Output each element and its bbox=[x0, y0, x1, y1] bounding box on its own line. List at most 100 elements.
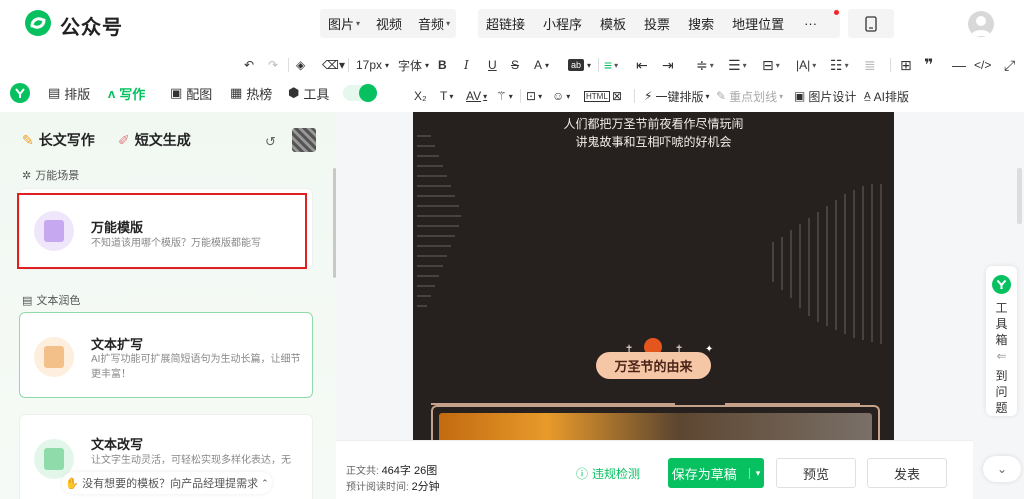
user-avatar-thumbnail[interactable] bbox=[292, 128, 316, 152]
notification-dot bbox=[834, 10, 839, 15]
undo-icon[interactable]: ↶ bbox=[244, 52, 254, 78]
bold-button[interactable]: B bbox=[438, 52, 447, 78]
clear-format-icon[interactable]: ⌫▾ bbox=[322, 52, 345, 78]
spacing-icon[interactable]: ⊟ ▾ bbox=[762, 52, 780, 78]
compliance-check-button[interactable]: ⓘ 违规检测 bbox=[576, 465, 640, 482]
check-circle-icon: ⓘ bbox=[576, 467, 589, 481]
section-polish: ▤ 文本润色 bbox=[22, 294, 81, 308]
collapse-arrow-icon[interactable]: ⇐ bbox=[986, 348, 1017, 364]
tab-images[interactable]: ▣ 配图 bbox=[170, 80, 212, 106]
letter-spacing-icon[interactable]: |A| ▾ bbox=[796, 52, 816, 78]
redo-icon[interactable]: ↷ bbox=[268, 52, 278, 78]
strikethrough-button[interactable]: S bbox=[511, 52, 519, 78]
text-style-button[interactable]: T ▾ bbox=[440, 84, 453, 108]
horizontal-rule-icon[interactable]: — bbox=[952, 52, 966, 78]
divider bbox=[348, 58, 349, 72]
tab-write[interactable]: ʌ 写作 bbox=[108, 80, 145, 106]
format-painter-icon[interactable]: ◈ bbox=[296, 52, 305, 78]
background-color-button[interactable]: ab ▾ bbox=[568, 52, 591, 78]
more-menu[interactable]: ··· bbox=[792, 16, 825, 31]
image-frame bbox=[431, 405, 880, 440]
toolbox-label: 工 bbox=[995, 301, 1008, 315]
magic-wand-icon[interactable]: ⚚ ▾ bbox=[496, 84, 513, 108]
divider bbox=[520, 89, 521, 103]
media-menu: 图片 ▾ 视频 音频 ▾ bbox=[320, 9, 456, 38]
menu-mini-program[interactable]: 小程序 bbox=[533, 14, 590, 33]
editor-area: 人们都把万圣节前夜看作尽情玩闹 讲鬼故事和互相吓唬的好机会 ✝ ✝ ✦ 万圣节的… bbox=[336, 112, 973, 440]
chevron-down-icon[interactable]: ⌄ bbox=[983, 456, 1021, 482]
issue-label: 问 bbox=[995, 385, 1008, 399]
menu-template[interactable]: 模板 bbox=[590, 14, 634, 33]
toggle-knob bbox=[359, 84, 377, 102]
text-color-button[interactable]: A ▾ bbox=[534, 52, 549, 78]
chevron-up-icon: ⌃ bbox=[261, 477, 269, 488]
user-avatar[interactable] bbox=[968, 11, 994, 37]
phone-preview-button[interactable] bbox=[848, 9, 894, 38]
tab-hot-list[interactable]: ▦ 热榜 bbox=[230, 80, 272, 106]
paragraph-spacing-icon[interactable]: ☰ ▾ bbox=[728, 52, 747, 78]
article-image[interactable] bbox=[439, 413, 872, 440]
pencil-icon: ✎ bbox=[22, 131, 34, 148]
tab-layout[interactable]: ▤ 排版 bbox=[48, 80, 90, 106]
menu-search[interactable]: 搜索 bbox=[678, 14, 722, 33]
menu-location[interactable]: 地理位置 bbox=[722, 14, 792, 33]
phone-icon bbox=[865, 15, 877, 32]
html-icon[interactable]: HTML bbox=[584, 84, 610, 108]
highlight-line-button[interactable]: ✎ 重点划线 ▾ bbox=[716, 84, 783, 108]
preview-button[interactable]: 预览 bbox=[776, 458, 856, 488]
toolbox-label: 箱 bbox=[995, 333, 1008, 347]
menu-hyperlink[interactable]: 超链接 bbox=[478, 14, 533, 33]
card-desc: 让文字生动灵活，可轻松实现多样化表达，无 bbox=[91, 455, 291, 466]
line-height-icon[interactable]: ≑ ▾ bbox=[696, 52, 714, 78]
format-toolbar-row1: ↶ ↷ ◈ ⌫▾ 17px ▾ 字体 ▾ B I U S A ▾ ab ▾ ≡ ▾ ⇤ ⇥… bbox=[230, 52, 1024, 78]
document-icon: ▤ bbox=[22, 294, 33, 307]
indent-icon[interactable]: ⇤ bbox=[636, 52, 648, 78]
card-text-expand[interactable]: 文本扩写 AI扩写功能可扩展简短语句为生动长篇，让细节更丰富！ bbox=[19, 312, 313, 398]
format-toolbar-row2: X₂ T ▾ AV ▾ ⚚ ▾ ⊡ ▾ ☺ ▾ HTML ⊠ ⚡ 一键排版 ▾ ✎ 重点划线 ▾ … bbox=[410, 84, 1024, 108]
page-scrollbar[interactable] bbox=[1017, 168, 1022, 224]
one-click-layout-button[interactable]: ⚡ 一键排版 ▾ bbox=[644, 84, 709, 108]
toolbox-panel[interactable]: 工 具 箱 ⇐ 到 问 题 bbox=[986, 266, 1017, 416]
underline-button[interactable]: U bbox=[488, 52, 497, 78]
assistant-toggle[interactable] bbox=[343, 84, 377, 102]
section-universal: ✲ 万能场景 bbox=[22, 169, 80, 183]
publish-button[interactable]: 发表 bbox=[867, 458, 947, 488]
ai-icon: A̲ bbox=[864, 90, 871, 102]
italic-button[interactable]: I bbox=[464, 52, 469, 78]
outdent-icon[interactable]: ⇥ bbox=[662, 52, 674, 78]
long-write-tab[interactable]: ✎ 长文写作 bbox=[22, 130, 95, 150]
feedback-link[interactable]: ✋ 没有想要的模板？向产品经理提需求 ⌃ bbox=[62, 472, 272, 494]
pencil-icon: ✐ bbox=[118, 131, 130, 148]
briefcase-icon[interactable]: ⊠ bbox=[612, 84, 622, 108]
tab-tools[interactable]: ⬢ 工具 bbox=[288, 80, 329, 106]
table-icon[interactable]: ⊞ bbox=[900, 52, 912, 78]
toolbox-label: 具 bbox=[995, 317, 1008, 331]
align-left-icon[interactable]: ≡ ▾ bbox=[604, 52, 618, 78]
article-canvas[interactable]: 人们都把万圣节前夜看作尽情玩闹 讲鬼故事和互相吓唬的好机会 ✝ ✝ ✦ 万圣节的… bbox=[413, 112, 894, 440]
menu-audio[interactable]: 音频 ▾ bbox=[410, 14, 458, 33]
quote-icon[interactable]: ❞ bbox=[924, 52, 933, 78]
font-family-select[interactable]: 字体 ▾ bbox=[398, 52, 429, 78]
subscript-button[interactable]: X₂ bbox=[414, 84, 427, 108]
character-spacing-button[interactable]: AV ▾ bbox=[466, 84, 487, 108]
short-generate-tab[interactable]: ✐ 短文生成 bbox=[118, 130, 191, 150]
chart-icon[interactable]: ⊡ ▾ bbox=[526, 84, 542, 108]
font-size-select[interactable]: 17px ▾ bbox=[356, 52, 389, 78]
code-icon[interactable]: </> bbox=[974, 52, 991, 78]
list-icon[interactable]: ☷ ▾ bbox=[830, 52, 849, 78]
assistant-logo-icon bbox=[992, 275, 1011, 294]
lightning-icon: ⚡ bbox=[644, 89, 653, 103]
save-draft-button[interactable]: 保存为草稿 ▾ bbox=[668, 458, 764, 488]
user-icon bbox=[971, 16, 991, 36]
menu-video[interactable]: 视频 bbox=[368, 14, 410, 33]
history-icon[interactable]: ↺ bbox=[265, 134, 276, 150]
menu-vote[interactable]: 投票 bbox=[634, 14, 678, 33]
numbered-list-icon[interactable]: ≣ bbox=[864, 52, 876, 78]
top-header: 公众号 图片 ▾ 视频 音频 ▾ 超链接 小程序 模板 投票 搜索 地理位置 ··· bbox=[0, 0, 1024, 46]
assistant-logo-icon bbox=[10, 83, 30, 103]
image-design-button[interactable]: ▣ 图片设计 bbox=[794, 84, 856, 108]
menu-image[interactable]: 图片 ▾ bbox=[320, 14, 368, 33]
ai-layout-button[interactable]: A̲ AI排版 bbox=[864, 84, 909, 108]
emoji-icon[interactable]: ☺ ▾ bbox=[552, 84, 570, 108]
fullscreen-icon[interactable]: ⤢ bbox=[1004, 52, 1015, 78]
